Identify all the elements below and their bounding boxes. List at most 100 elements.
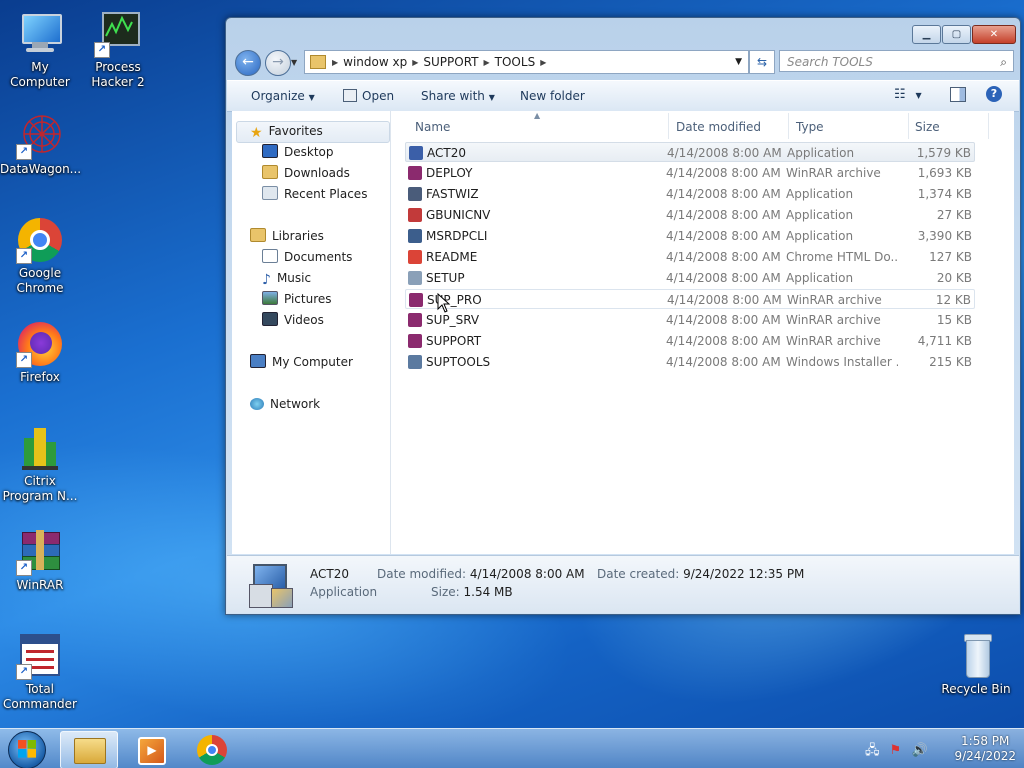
file-row[interactable]: SETUP 4/14/2008 8:00 AM Application 20 KB [405, 268, 975, 288]
file-row[interactable]: GBUNICNV 4/14/2008 8:00 AM Application 27 K… [405, 205, 975, 225]
desktop-icon-google-chrome[interactable]: ↗ Google Chrome [0, 216, 80, 296]
shortcut-arrow-icon: ↗ [16, 352, 32, 368]
nav-music[interactable]: ♪ Music [262, 268, 311, 288]
clock[interactable]: 1:58 PM 9/24/2022 [954, 734, 1016, 764]
file-row[interactable]: FASTWIZ 4/14/2008 8:00 AM Application 1,374… [405, 184, 975, 204]
file-row[interactable]: README 4/14/2008 8:00 AM Chrome HTML Do...… [405, 247, 975, 267]
start-button[interactable] [8, 731, 46, 768]
breadcrumb-arrow-icon[interactable]: ▶ [484, 58, 490, 67]
nav-libraries[interactable]: Libraries [250, 226, 324, 246]
breadcrumb-window-xp[interactable]: window xp [343, 55, 407, 69]
back-button[interactable]: ← [235, 50, 261, 76]
file-name: ACT20 [427, 146, 466, 160]
search-icon[interactable]: ⌕ [1000, 51, 1007, 73]
firefox-icon: ↗ [16, 320, 64, 368]
help-button[interactable]: ? [986, 86, 1002, 102]
total-commander-icon: ↗ [16, 632, 64, 680]
file-type-icon [408, 355, 422, 369]
taskbar-media-player-button[interactable]: ▶ [122, 731, 178, 767]
view-list-icon: ☷ [894, 87, 906, 102]
action-center-flag-icon[interactable]: ⚑ [890, 743, 902, 758]
nav-label: Pictures [284, 292, 332, 306]
column-header-date[interactable]: Date modified [676, 115, 761, 139]
file-size: 12 KB [935, 293, 971, 307]
column-divider[interactable] [908, 113, 909, 139]
column-divider[interactable] [788, 113, 789, 139]
preview-pane-button[interactable] [950, 87, 966, 105]
desktop-icon-citrix[interactable]: Citrix Program N... [0, 424, 80, 504]
file-row[interactable]: SUPPORT 4/14/2008 8:00 AM WinRAR archive 4,… [405, 331, 975, 351]
breadcrumb-arrow-icon[interactable]: ▶ [540, 58, 546, 67]
taskbar-explorer-button[interactable] [60, 731, 118, 768]
search-input[interactable]: Search TOOLS ⌕ [779, 50, 1014, 72]
nav-videos[interactable]: Videos [262, 310, 324, 330]
folder-icon [310, 55, 326, 69]
column-divider[interactable] [988, 113, 989, 139]
file-size: 1,374 KB [917, 187, 972, 201]
file-row[interactable]: MSRDPCLI 4/14/2008 8:00 AM Application 3,39… [405, 226, 975, 246]
column-header-type[interactable]: Type [796, 115, 824, 139]
file-row[interactable]: ACT20 4/14/2008 8:00 AM Application 1,579 K… [405, 142, 975, 162]
file-type: Application [786, 271, 854, 285]
chevron-down-icon: ▼ [308, 93, 315, 102]
address-bar[interactable]: ▶ window xp ▶ SUPPORT ▶ TOOLS ▶ ▼ [304, 50, 749, 74]
computer-icon [16, 10, 64, 58]
desktop-icon-datawagon[interactable]: ↗ DataWagon... [0, 112, 81, 177]
desktop-icon-process-hacker[interactable]: ↗ Process Hacker 2 [78, 10, 158, 90]
organize-button[interactable]: Organize ▼ [251, 89, 315, 103]
file-type-icon [409, 146, 423, 160]
nav-documents[interactable]: Documents [262, 247, 352, 267]
nav-network[interactable]: Network [250, 394, 320, 414]
nav-recent-places[interactable]: Recent Places [262, 184, 367, 204]
network-tray-icon[interactable]: 🖧 [865, 743, 880, 758]
size-value: 1.54 MB [463, 585, 513, 599]
desktop-icon-label: Recycle Bin [941, 682, 1011, 696]
breadcrumb-tools[interactable]: TOOLS [495, 55, 536, 69]
open-button[interactable]: Open [343, 89, 394, 103]
nav-downloads[interactable]: Downloads [262, 163, 350, 183]
media-player-icon: ▶ [138, 737, 166, 765]
volume-icon[interactable]: 🔊 [911, 743, 927, 758]
breadcrumb-support[interactable]: SUPPORT [423, 55, 478, 69]
nav-label: Favorites [268, 124, 323, 138]
maximize-button[interactable]: ▢ [942, 25, 971, 44]
file-row[interactable]: SUP_PRO 4/14/2008 8:00 AM WinRAR archive 12… [405, 289, 975, 309]
share-with-button[interactable]: Share with ▼ [421, 89, 495, 103]
recent-pages-dropdown[interactable]: ▼ [291, 58, 297, 67]
desktop-icon-my-computer[interactable]: My Computer [0, 10, 80, 90]
forward-button[interactable]: → [265, 50, 291, 76]
taskbar-chrome-button[interactable] [184, 731, 240, 767]
desktop-icon-recycle-bin[interactable]: Recycle Bin [936, 632, 1016, 697]
nav-pictures[interactable]: Pictures [262, 289, 332, 309]
recent-places-icon [262, 186, 278, 200]
desktop-icon-label: Process Hacker 2 [91, 60, 145, 89]
explorer-window[interactable]: ▁ ▢ ✕ ← → ▼ ▶ window xp ▶ SUPPORT ▶ TOOL… [225, 17, 1021, 615]
share-with-label: Share with [421, 89, 485, 103]
breadcrumb-arrow-icon[interactable]: ▶ [412, 58, 418, 67]
nav-favorites[interactable]: ★ Favorites [250, 121, 323, 141]
nav-label: Downloads [284, 166, 350, 180]
column-header-name[interactable]: Name [415, 115, 450, 139]
desktop-icon-total-commander[interactable]: ↗ Total Commander [0, 632, 80, 712]
desktop-icon-winrar[interactable]: ↗ WinRAR [0, 528, 80, 593]
file-row[interactable]: SUP_SRV 4/14/2008 8:00 AM WinRAR archive 15… [405, 310, 975, 330]
refresh-icon: ⇆ [756, 55, 768, 69]
details-date-modified: Date modified: 4/14/2008 8:00 AM [377, 567, 585, 581]
file-row[interactable]: DEPLOY 4/14/2008 8:00 AM WinRAR archive 1,6… [405, 163, 975, 183]
desktop-icon-firefox[interactable]: ↗ Firefox [0, 320, 80, 385]
file-size: 1,579 KB [916, 146, 971, 160]
file-row[interactable]: SUPTOOLS 4/14/2008 8:00 AM Windows Install… [405, 352, 975, 372]
column-header-size[interactable]: Size [915, 115, 940, 139]
change-view-button[interactable]: ☷ ▼ [894, 87, 922, 102]
breadcrumb-arrow-icon[interactable]: ▶ [332, 58, 338, 67]
nav-desktop[interactable]: Desktop [262, 142, 334, 162]
close-button[interactable]: ✕ [972, 25, 1016, 44]
minimize-button[interactable]: ▁ [912, 25, 941, 44]
refresh-button[interactable]: ⇆ [749, 50, 775, 74]
address-dropdown-icon[interactable]: ▼ [735, 57, 742, 67]
new-folder-button[interactable]: New folder [520, 89, 585, 103]
content-area: ★ Favorites Desktop Downloads Recent Plac… [232, 111, 1014, 554]
column-divider[interactable] [668, 113, 669, 139]
nav-my-computer[interactable]: My Computer [250, 352, 353, 372]
mouse-cursor-icon [437, 293, 451, 313]
